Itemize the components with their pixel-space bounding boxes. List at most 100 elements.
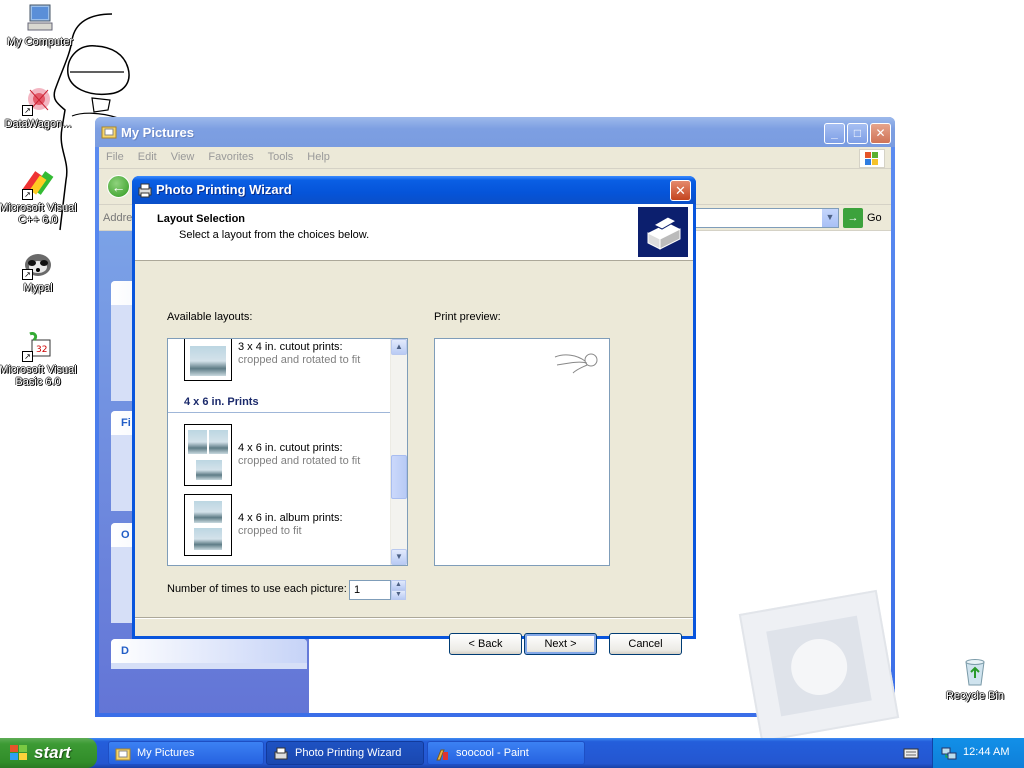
explorer-titlebar[interactable]: My Pictures _ □ ✕: [95, 117, 895, 147]
shortcut-arrow-icon: ↗: [22, 189, 33, 200]
desktop-icon-label: Microsoft Visual Basic 6.0: [0, 364, 77, 388]
network-icon[interactable]: [941, 745, 957, 761]
desktop-icon-mypal[interactable]: ↗ Mypal: [0, 248, 78, 294]
computer-icon: [24, 2, 56, 34]
clock[interactable]: 12:44 AM: [963, 746, 1009, 758]
layout-thumbnail: [184, 339, 232, 381]
system-tray: 12:44 AM: [932, 738, 1024, 768]
print-preview-box: [434, 338, 610, 566]
wizard-close-button[interactable]: ✕: [670, 180, 691, 201]
layouts-scrollbar[interactable]: ▲ ▼: [390, 339, 407, 565]
desktop-icon-visual-basic[interactable]: 32 ↗ Microsoft Visual Basic 6.0: [0, 330, 78, 388]
desktop-icon-my-computer[interactable]: My Computer: [0, 2, 80, 48]
photo-printing-wizard-dialog[interactable]: Photo Printing Wizard ✕ Layout Selection…: [132, 176, 696, 655]
layout-thumbnail: [184, 494, 232, 556]
spin-down-icon[interactable]: ▼: [391, 590, 406, 600]
desktop-icon-label: Microsoft Visual C++ 6.0: [0, 202, 77, 226]
spin-up-icon[interactable]: ▲: [391, 580, 406, 590]
preview-doodle-thumbnail: [554, 353, 598, 374]
wizard-titlebar[interactable]: Photo Printing Wizard ✕: [132, 176, 696, 204]
group-header-label: 4 x 6 in. Prints: [184, 396, 259, 408]
address-label: Addre: [103, 212, 133, 224]
desktop-icon-visual-cpp[interactable]: ↗ Microsoft Visual C++ 6.0: [0, 168, 78, 226]
layout-title: 4 x 6 in. album prints:: [238, 512, 343, 524]
menu-edit[interactable]: Edit: [131, 147, 164, 163]
address-field[interactable]: ▼: [689, 208, 839, 228]
mypal-raccoon-icon: ↗: [22, 248, 54, 280]
task-box-details: D: [111, 639, 307, 669]
taskbar-item-label: soocool - Paint: [456, 747, 529, 759]
menu-view[interactable]: View: [164, 147, 202, 163]
taskbar: start My Pictures Photo Printing Wizard …: [0, 738, 1024, 768]
wizard-header-title: Layout Selection: [157, 213, 246, 225]
start-button[interactable]: start: [0, 738, 97, 768]
desktop-icon-label: My Computer: [6, 36, 74, 48]
desktop-icon-recycle-bin[interactable]: Recycle Bin: [935, 656, 1015, 702]
recycle-bin-icon: [959, 656, 991, 688]
scroll-thumb[interactable]: [391, 455, 407, 499]
layout-subtitle: cropped and rotated to fit: [238, 455, 361, 467]
close-button[interactable]: ✕: [870, 123, 891, 144]
svg-text:32: 32: [36, 345, 47, 355]
visual-cpp-icon: ↗: [22, 168, 54, 200]
count-label: Number of times to use each picture:: [167, 583, 347, 595]
layout-subtitle: cropped and rotated to fit: [238, 354, 361, 366]
folder-pictures-icon: [101, 126, 117, 139]
taskbar-item-my-pictures[interactable]: My Pictures: [108, 741, 264, 765]
taskbar-item-photo-printing-wizard[interactable]: Photo Printing Wizard: [266, 741, 424, 765]
desktop-icon-label: Mypal: [23, 282, 53, 294]
layout-subtitle: cropped to fit: [238, 525, 302, 537]
taskbar-item-label: My Pictures: [137, 747, 195, 759]
shortcut-arrow-icon: ↗: [22, 351, 33, 362]
count-input[interactable]: 1: [349, 580, 391, 600]
layout-item-4x6-album[interactable]: 4 x 6 in. album prints: cropped to fit: [168, 494, 390, 558]
go-arrow-icon[interactable]: →: [843, 208, 863, 228]
go-button-label[interactable]: Go: [867, 212, 882, 224]
wizard-header: Layout Selection Select a layout from th…: [135, 204, 693, 261]
layouts-listbox[interactable]: 3 x 4 in. cutout prints: cropped and rot…: [167, 338, 408, 566]
windows-logo-icon: [859, 149, 885, 168]
maximize-button[interactable]: □: [847, 123, 868, 144]
taskbar-item-label: Photo Printing Wizard: [295, 747, 402, 759]
menu-favorites[interactable]: Favorites: [201, 147, 260, 163]
menu-file[interactable]: File: [99, 147, 131, 163]
wizard-body: Layout Selection Select a layout from th…: [135, 204, 693, 655]
keyboard-icon[interactable]: [903, 746, 919, 760]
back-arrow-icon[interactable]: ←: [107, 175, 130, 198]
start-label: start: [34, 743, 71, 762]
menu-help[interactable]: Help: [300, 147, 337, 163]
layout-item-3x4-cutout[interactable]: 3 x 4 in. cutout prints: cropped and rot…: [168, 339, 390, 383]
minimize-button[interactable]: _: [824, 123, 845, 144]
layout-title: 3 x 4 in. cutout prints:: [238, 341, 343, 353]
count-spinner[interactable]: ▲ ▼: [391, 580, 406, 600]
datawagon-icon: ↗: [22, 84, 54, 116]
button-separator: [135, 617, 693, 619]
wizard-title: Photo Printing Wizard: [156, 182, 292, 197]
printer-wizard-icon: [638, 207, 688, 257]
task-box-header[interactable]: D: [111, 639, 307, 663]
menu-tools[interactable]: Tools: [261, 147, 301, 163]
cancel-button[interactable]: Cancel: [609, 633, 682, 655]
windows-logo-icon: [10, 745, 27, 760]
pictures-watermark-icon: [738, 589, 900, 743]
back-button[interactable]: < Back: [449, 633, 522, 655]
scroll-down-icon[interactable]: ▼: [391, 549, 407, 565]
next-button[interactable]: Next >: [524, 633, 597, 655]
shortcut-arrow-icon: ↗: [22, 269, 33, 280]
print-preview-label: Print preview:: [434, 311, 501, 323]
scroll-up-icon[interactable]: ▲: [391, 339, 407, 355]
desktop-icon-label: Recycle Bin: [945, 690, 1005, 702]
desktop-icon-datawagon[interactable]: ↗ DataWagon...: [0, 84, 78, 130]
explorer-menubar: File Edit View Favorites Tools Help: [99, 147, 891, 169]
printer-icon: [138, 183, 152, 198]
visual-basic-icon: 32 ↗: [22, 330, 54, 362]
layout-item-4x6-cutout[interactable]: 4 x 6 in. cutout prints: cropped and rot…: [168, 424, 390, 488]
printer-icon: [274, 747, 288, 760]
folder-pictures-icon: [115, 748, 131, 761]
chevron-down-icon[interactable]: ▼: [822, 209, 838, 227]
layout-thumbnail: [184, 424, 232, 486]
shortcut-arrow-icon: ↗: [22, 105, 33, 116]
group-header-4x6: 4 x 6 in. Prints: [168, 391, 390, 413]
desktop-icon-label: DataWagon...: [4, 118, 72, 130]
taskbar-item-paint[interactable]: soocool - Paint: [427, 741, 585, 765]
